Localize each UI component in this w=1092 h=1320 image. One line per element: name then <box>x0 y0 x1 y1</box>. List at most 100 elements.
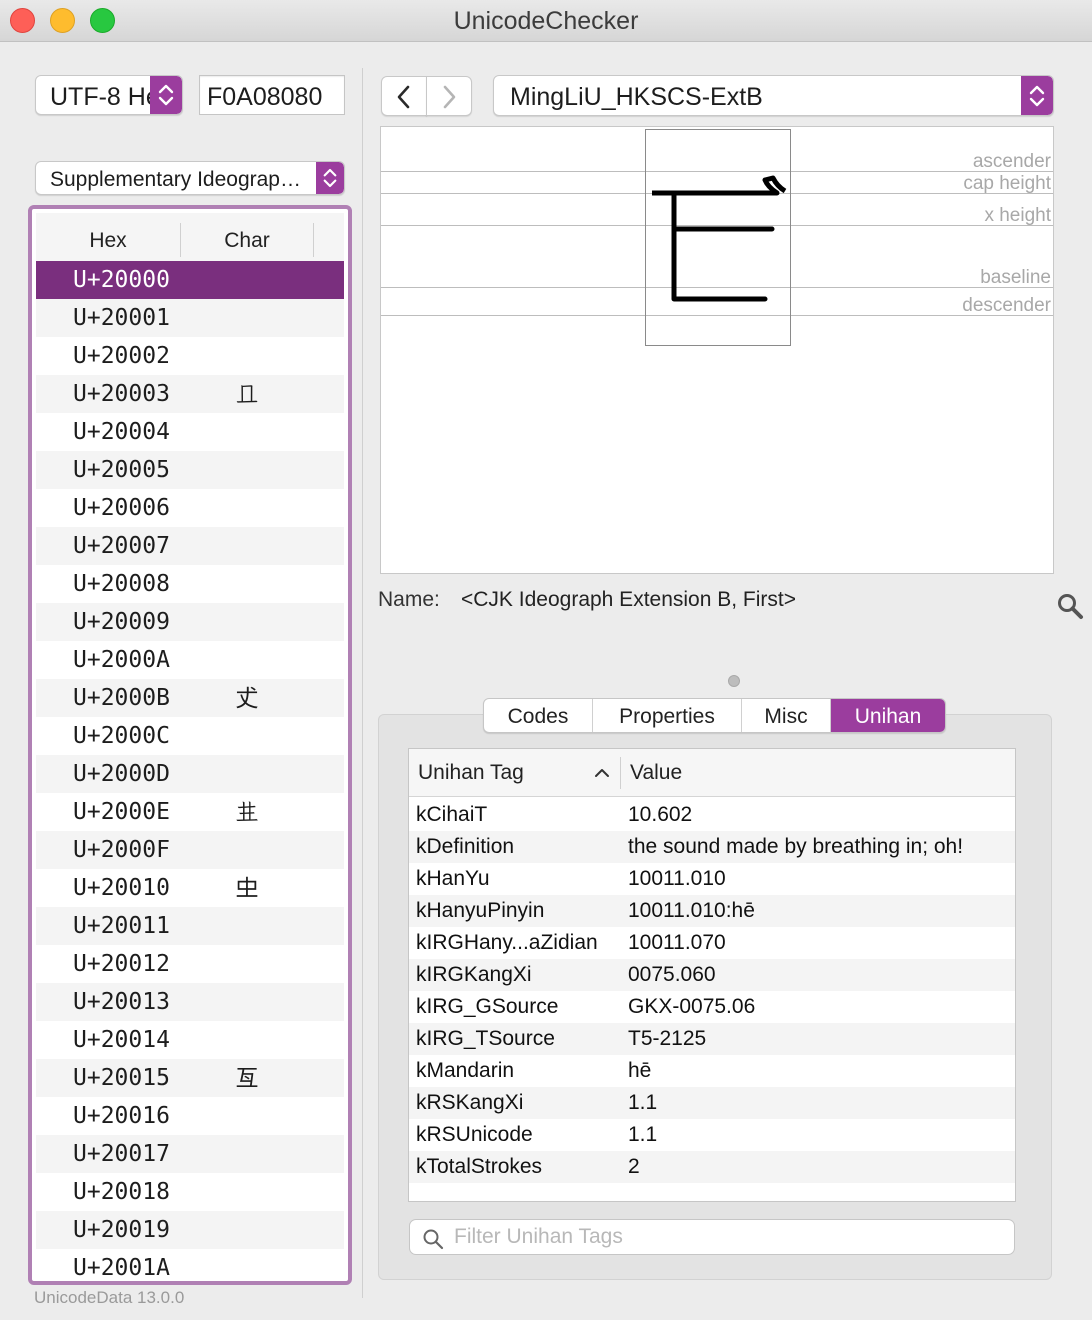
chevron-updown-icon <box>150 76 182 114</box>
magnifier-icon[interactable] <box>1056 592 1084 620</box>
list-item[interactable]: U+20008 𠀈 <box>36 565 344 603</box>
unihan-value-cell: 1.1 <box>628 1087 657 1119</box>
list-item[interactable]: U+20018 𠀘 <box>36 1173 344 1211</box>
unihan-tag-cell: kIRG_TSource <box>416 1023 555 1055</box>
list-item-char: 𠀆 <box>212 489 282 529</box>
column-header-char[interactable]: Char <box>181 213 313 265</box>
tab-misc[interactable]: Misc <box>742 699 831 732</box>
list-item-hex: U+20018 <box>73 1173 170 1211</box>
list-item-char: 𠀘 <box>212 1173 282 1213</box>
character-rows: U+20000 𠀀 U+20001 𠀁 U+20002 𠀂 U+20003 𠀃 U+20004 𠀄… <box>36 261 344 1285</box>
list-item[interactable]: U+20005 𠀅 <box>36 451 344 489</box>
list-item[interactable]: U+2000B 𠀋 <box>36 679 344 717</box>
list-item[interactable]: U+20012 𠀒 <box>36 945 344 983</box>
list-item-hex: U+2000B <box>73 679 170 717</box>
table-row[interactable]: kIRGHany...aZidian 10011.070 <box>409 927 1015 959</box>
list-item[interactable]: U+20019 𠀙 <box>36 1211 344 1249</box>
unihan-value-cell: hē <box>628 1055 651 1087</box>
table-row[interactable]: kMandarin hē <box>409 1055 1015 1087</box>
column-header-hex[interactable]: Hex <box>36 213 180 265</box>
encoding-popup[interactable]: UTF-8 Hex <box>35 75 183 115</box>
baseline-label: baseline <box>980 267 1051 289</box>
list-item[interactable]: U+20002 𠀂 <box>36 337 344 375</box>
unihan-tag-cell: kMandarin <box>416 1055 514 1087</box>
list-item-hex: U+20015 <box>73 1059 170 1097</box>
split-view-handle[interactable] <box>728 675 740 687</box>
list-item[interactable]: U+20003 𠀃 <box>36 375 344 413</box>
list-item-hex: U+20005 <box>73 451 170 489</box>
list-item-hex: U+20003 <box>73 375 170 413</box>
tab-codes[interactable]: Codes <box>484 699 593 732</box>
list-item-char: 𠀍 <box>212 755 282 795</box>
unihan-table[interactable]: Unihan Tag Value kCihaiT 10.602 kDefinitio… <box>408 748 1016 1202</box>
encoded-value-field[interactable]: F0A08080 <box>199 75 345 115</box>
column-header-unihan-tag[interactable]: Unihan Tag <box>418 749 524 797</box>
list-item-hex: U+20016 <box>73 1097 170 1135</box>
list-item[interactable]: U+20015 𠀕 <box>36 1059 344 1097</box>
list-item-hex: U+20013 <box>73 983 170 1021</box>
unihan-value-cell: the sound made by breathing in; oh! <box>628 831 963 863</box>
list-item[interactable]: U+20011 𠀑 <box>36 907 344 945</box>
list-item[interactable]: U+20017 𠀗 <box>36 1135 344 1173</box>
list-item[interactable]: U+2000F 𠀏 <box>36 831 344 869</box>
list-item-char: 𠀖 <box>212 1097 282 1137</box>
unihan-filter-input[interactable] <box>454 1223 1004 1251</box>
unihan-value-cell: GKX-0075.06 <box>628 991 755 1023</box>
unihan-value-cell: 1.1 <box>628 1119 657 1151</box>
column-separator <box>620 757 621 789</box>
list-item[interactable]: U+2000C 𠀌 <box>36 717 344 755</box>
ascender-label: ascender <box>973 151 1051 173</box>
unihan-tag-cell: kHanyuPinyin <box>416 895 544 927</box>
table-row[interactable]: kCihaiT 10.602 <box>409 799 1015 831</box>
sort-ascending-icon <box>594 768 610 778</box>
list-item[interactable]: U+20009 𠀉 <box>36 603 344 641</box>
list-item[interactable]: U+20007 𠀇 <box>36 527 344 565</box>
list-item[interactable]: U+20006 𠀆 <box>36 489 344 527</box>
table-row[interactable]: kTotalStrokes 2 <box>409 1151 1015 1183</box>
list-item[interactable]: U+20000 𠀀 <box>36 261 344 299</box>
column-header-value[interactable]: Value <box>630 749 682 797</box>
character-list[interactable]: Hex Char U+20000 𠀀 U+20001 𠀁 U+20002 𠀂 U+20003… <box>28 205 352 1285</box>
list-item[interactable]: U+20014 𠀔 <box>36 1021 344 1059</box>
back-button[interactable] <box>381 76 427 116</box>
table-row[interactable]: kHanyuPinyin 10011.010:hē <box>409 895 1015 927</box>
table-row[interactable]: kIRG_TSource T5-2125 <box>409 1023 1015 1055</box>
unihan-filter-field[interactable] <box>409 1219 1015 1255</box>
tab-properties[interactable]: Properties <box>593 699 742 732</box>
table-row[interactable]: kRSUnicode 1.1 <box>409 1119 1015 1151</box>
forward-button[interactable] <box>426 76 472 116</box>
block-popup[interactable]: Supplementary Ideographic Plane <box>35 161 345 195</box>
list-item-char: 𠀚 <box>212 1249 282 1285</box>
table-row[interactable]: kIRGKangXi 0075.060 <box>409 959 1015 991</box>
list-item-char: 𠀔 <box>212 1021 282 1061</box>
list-item-hex: U+2000E <box>73 793 170 831</box>
list-item[interactable]: U+2000A 𠀊 <box>36 641 344 679</box>
font-popup[interactable]: MingLiU_HKSCS-ExtB <box>493 75 1054 116</box>
list-item[interactable]: U+2001A 𠀚 <box>36 1249 344 1285</box>
table-row[interactable]: kRSKangXi 1.1 <box>409 1087 1015 1119</box>
list-item[interactable]: U+20016 𠀖 <box>36 1097 344 1135</box>
unihan-tag-cell: kTotalStrokes <box>416 1151 542 1183</box>
encoded-value-text: F0A08080 <box>207 76 322 115</box>
list-item-hex: U+20011 <box>73 907 170 945</box>
list-item-char: 𠀎 <box>212 793 282 833</box>
character-name-value: <CJK Ideograph Extension B, First> <box>461 588 796 612</box>
list-item[interactable]: U+2000E 𠀎 <box>36 793 344 831</box>
split-view-divider[interactable] <box>362 68 363 1298</box>
table-row[interactable]: kDefinition the sound made by breathing i… <box>409 831 1015 863</box>
tab-unihan[interactable]: Unihan <box>831 699 945 732</box>
unihan-value-cell: 10011.010 <box>628 863 726 895</box>
table-row[interactable]: kIRG_GSource GKX-0075.06 <box>409 991 1015 1023</box>
list-item[interactable]: U+2000D 𠀍 <box>36 755 344 793</box>
list-item-hex: U+20007 <box>73 527 170 565</box>
list-item[interactable]: U+20013 𠀓 <box>36 983 344 1021</box>
list-item[interactable]: U+20010 𠀐 <box>36 869 344 907</box>
search-icon <box>422 1228 444 1250</box>
list-item-char: 𠀕 <box>212 1059 282 1099</box>
list-item-hex: U+20014 <box>73 1021 170 1059</box>
table-row[interactable]: kHanYu 10011.010 <box>409 863 1015 895</box>
list-item-char: 𠀙 <box>212 1211 282 1251</box>
list-item[interactable]: U+20004 𠀄 <box>36 413 344 451</box>
unihan-value-cell: 10.602 <box>628 799 692 831</box>
list-item[interactable]: U+20001 𠀁 <box>36 299 344 337</box>
